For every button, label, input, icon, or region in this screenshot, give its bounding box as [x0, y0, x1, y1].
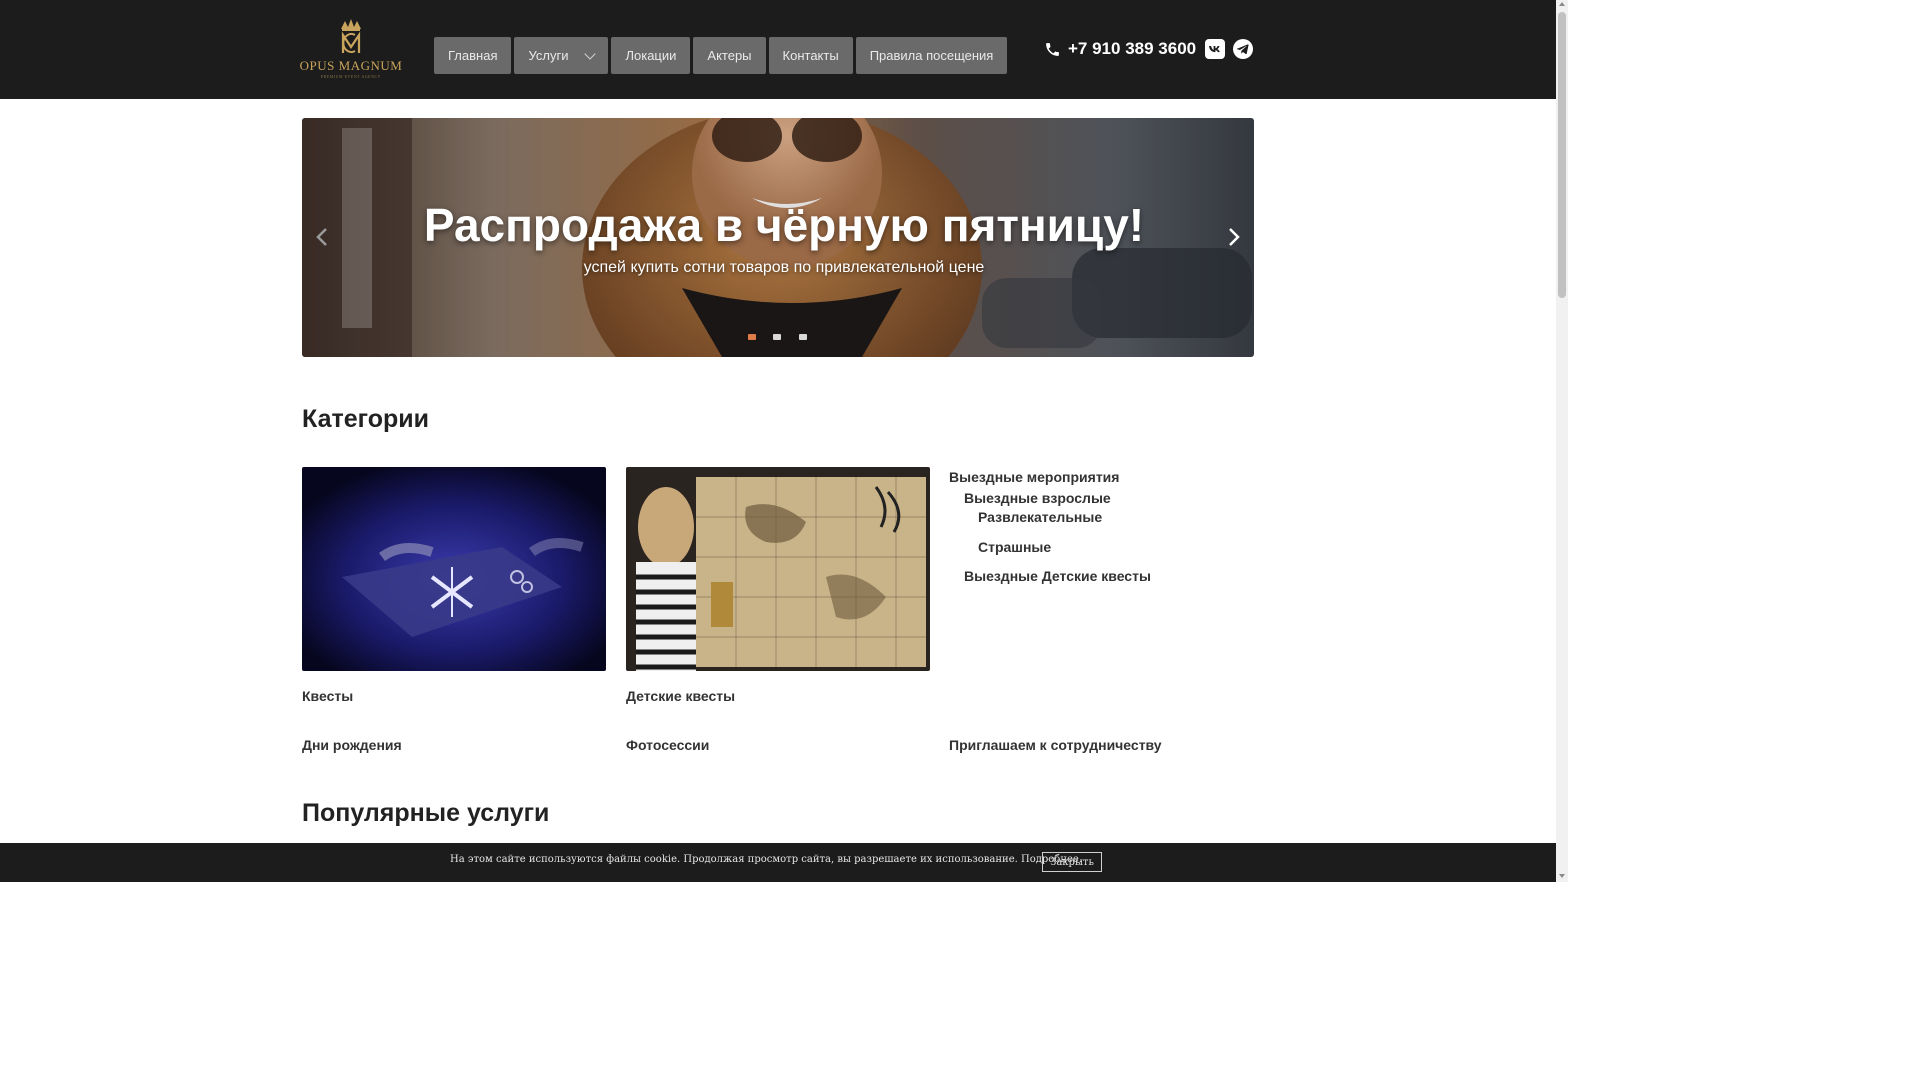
telegram-icon[interactable] [1233, 39, 1253, 59]
nav-services[interactable]: Услуги [514, 37, 609, 74]
nav-rules-label: Правила посещения [869, 48, 994, 63]
category-outdoor-events-link[interactable]: Выездные мероприятия [949, 469, 1119, 485]
slider-prev-button[interactable] [312, 226, 332, 248]
nav-services-label: Услуги [528, 48, 569, 63]
nav-home-label: Главная [448, 48, 498, 63]
main-nav: Главная Услуги Локации Актеры Контакты П… [434, 37, 1008, 74]
chevron-down-icon [584, 47, 597, 60]
nav-actors[interactable]: Актеры [693, 37, 766, 74]
nav-contacts-label: Контакты [782, 48, 839, 63]
nav-rules[interactable]: Правила посещения [855, 37, 1008, 74]
category-outdoor-adults-link[interactable]: Выездные взрослые [964, 490, 1111, 506]
slide-subtitle: успей купить сотни товаров по привлекате… [583, 259, 985, 276]
kids-quests-card-image[interactable] [626, 467, 930, 671]
nav-actors-label: Актеры [707, 48, 752, 63]
quests-photo [302, 467, 606, 671]
category-entertaining-link[interactable]: Развлекательные [978, 509, 1102, 525]
chevron-right-icon [1229, 228, 1240, 246]
categories-heading: Категории [302, 405, 429, 433]
slider-dot-3[interactable] [799, 334, 807, 340]
cookie-close-button[interactable]: Закрыть [1042, 852, 1102, 872]
slider-next-button[interactable] [1224, 226, 1244, 248]
popular-services-heading: Популярные услуги [302, 799, 550, 827]
scroll-down-arrow-icon[interactable] [1559, 874, 1565, 878]
category-quests-link[interactable]: Квесты [302, 688, 353, 704]
phone-number: +7 910 389 3600 [1068, 39, 1197, 58]
scrollbar-thumb[interactable] [1558, 12, 1566, 298]
logo-subtext: PREMIUM EVENT AGENCY [320, 74, 382, 79]
slider-dot-1[interactable] [748, 334, 756, 340]
kids-quests-photo [626, 467, 930, 671]
crown-monogram-icon [341, 19, 361, 53]
nav-home[interactable]: Главная [434, 37, 512, 74]
vk-icon[interactable] [1205, 39, 1225, 59]
category-photoshoots-link[interactable]: Фотосессии [626, 737, 709, 753]
category-kids-quests-link[interactable]: Детские квесты [626, 688, 735, 704]
logo-text: OPUS MAGNUM [299, 58, 403, 73]
slider-dot-2[interactable] [773, 334, 781, 340]
category-scary-link[interactable]: Страшные [978, 539, 1051, 555]
vk-logo-shape [1209, 46, 1220, 53]
phone-icon [1046, 42, 1059, 56]
chevron-left-icon [316, 228, 327, 246]
category-cooperation-link[interactable]: Приглашаем к сотрудничеству [949, 737, 1162, 753]
category-outdoor-kids-link[interactable]: Выездные Детские квесты [964, 568, 1151, 584]
site-logo[interactable]: OPUS MAGNUM PREMIUM EVENT AGENCY [299, 17, 403, 81]
quests-card-image[interactable] [302, 467, 606, 671]
cookie-notice-text: На этом сайте используются файлы cookie.… [450, 854, 1082, 865]
nav-contacts[interactable]: Контакты [768, 37, 853, 74]
phone-link[interactable]: +7 910 389 3600 [1044, 38, 1196, 60]
telegram-plane-shape [1236, 44, 1249, 55]
slide-title: Распродажа в чёрную пятницу! [423, 199, 1145, 251]
category-birthdays-link[interactable]: Дни рождения [302, 737, 402, 753]
nav-locations[interactable]: Локации [611, 37, 691, 74]
scroll-up-arrow-icon[interactable] [1559, 2, 1565, 6]
nav-locations-label: Локации [625, 48, 677, 63]
